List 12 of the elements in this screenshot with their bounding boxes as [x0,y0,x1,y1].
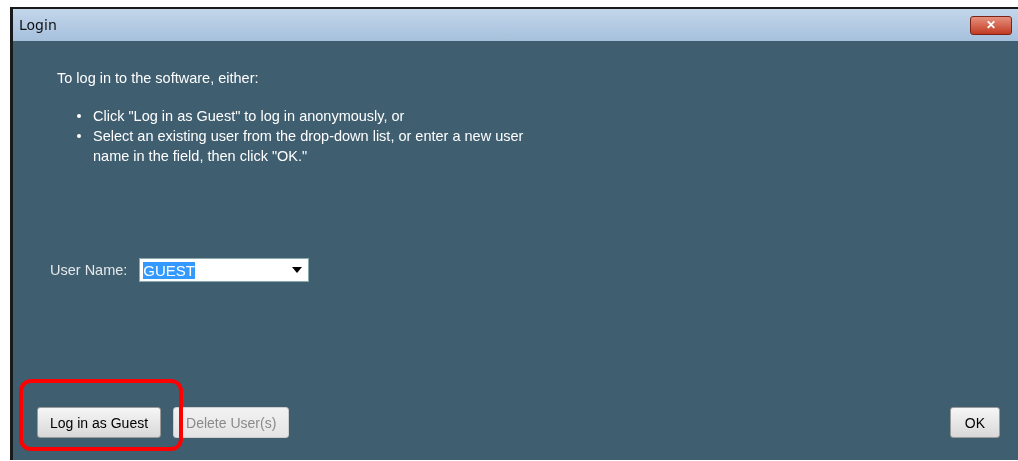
instruction-bullet: Click "Log in as Guest" to log in anonymously, or [93,107,405,126]
instruction-bullet: Select an existing user from the drop-down list, or enter a new user name in the field, then click "OK." [93,127,525,166]
user-name-label: User Name: [50,262,128,278]
user-name-combo[interactable]: GUEST [139,258,310,282]
dialog-button[interactable]: Log in as Guest [37,407,162,438]
instruction-text: To log in to the software, either: [57,70,260,86]
window-title: Login [19,17,57,33]
close-button[interactable]: ✕ [970,15,1012,35]
bullet-dot-icon [77,134,81,138]
dropdown-caret-icon[interactable] [292,267,303,273]
bullet-dot-icon [77,114,81,118]
ok-button[interactable]: OK [949,407,1000,438]
